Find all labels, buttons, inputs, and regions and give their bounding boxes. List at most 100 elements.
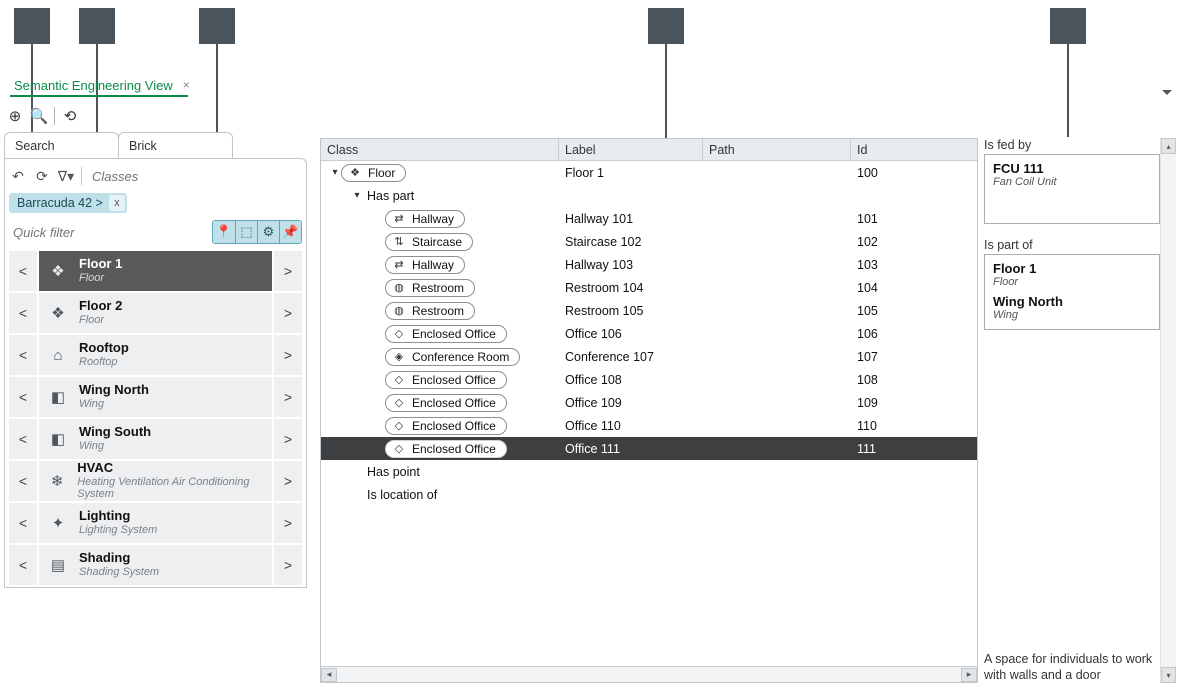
class-pill[interactable]: ⇄Hallway [385,256,465,274]
nav-forward-button[interactable]: > [274,461,302,501]
marker-icon[interactable]: 📌 [279,221,301,243]
h-scrollbar[interactable]: ◂ ▸ [321,666,977,682]
class-pill[interactable]: ◇Enclosed Office [385,371,507,389]
scroll-left-icon[interactable]: ◂ [321,668,337,682]
nav-row: <◧Wing SouthWing> [9,419,302,459]
scroll-down-icon[interactable]: ▾ [1161,667,1176,683]
restroom-icon: ◍ [392,281,406,294]
db-refresh-icon[interactable]: ⟲ [59,105,81,127]
nav-forward-button[interactable]: > [274,545,302,585]
nav-title: Lighting [79,509,157,524]
table-row[interactable]: ⇅StaircaseStaircase 102102 [321,230,977,253]
related-item[interactable]: FCU 111Fan Coil Unit [993,161,1151,188]
nav-item[interactable]: ❄HVACHeating Ventilation Air Conditionin… [39,461,272,501]
nav-forward-button[interactable]: > [274,251,302,291]
nav-subtitle: Shading System [79,566,159,579]
cell-label: Office 106 [559,327,703,341]
cube-icon[interactable]: ⬚ [235,221,257,243]
undo-icon[interactable]: ↶ [9,167,27,185]
scroll-up-icon[interactable]: ▴ [1161,138,1176,154]
view-menu-caret-icon[interactable] [1162,90,1172,95]
class-pill[interactable]: ◇Enclosed Office [385,440,507,458]
v-scrollbar[interactable]: ▴ ▾ [1160,138,1176,683]
nav-back-button[interactable]: < [9,293,37,333]
nav-forward-button[interactable]: > [274,419,302,459]
col-label[interactable]: Label [559,139,703,160]
table-row[interactable]: ◇Enclosed OfficeOffice 111111 [321,437,977,460]
nav-forward-button[interactable]: > [274,293,302,333]
nav-back-button[interactable]: < [9,251,37,291]
related-type: Floor [993,276,1151,288]
tab-search[interactable]: Search [4,132,119,158]
callout-line [1067,44,1069,137]
class-pill[interactable]: ⇄Hallway [385,210,465,228]
class-pill[interactable]: ❖Floor [341,164,406,182]
table-row[interactable]: ⇄HallwayHallway 101101 [321,207,977,230]
related-item[interactable]: Wing NorthWing [993,294,1151,321]
fed-by-box: FCU 111Fan Coil Unit [984,154,1160,224]
nav-back-button[interactable]: < [9,377,37,417]
classes-input[interactable] [88,167,302,186]
nav-item[interactable]: ◧Wing SouthWing [39,419,272,459]
add-icon[interactable]: ⊕ [4,105,26,127]
table-row[interactable]: ◇Enclosed OfficeOffice 109109 [321,391,977,414]
table-row[interactable]: ◍RestroomRestroom 104104 [321,276,977,299]
col-id[interactable]: Id [851,139,977,160]
related-type: Wing [993,309,1151,321]
class-pill[interactable]: ◇Enclosed Office [385,417,507,435]
close-tab-icon[interactable]: × [183,78,190,92]
scroll-right-icon[interactable]: ▸ [961,668,977,682]
expander-icon[interactable]: ▾ [329,167,341,178]
quick-filter-input[interactable] [9,223,212,242]
chip-remove-icon[interactable]: x [109,195,125,211]
nav-back-button[interactable]: < [9,545,37,585]
table-row[interactable]: ▾❖FloorFloor 1100 [321,161,977,184]
nav-item[interactable]: ◧Wing NorthWing [39,377,272,417]
table-row[interactable]: ◇Enclosed OfficeOffice 106106 [321,322,977,345]
search-globe-icon[interactable]: 🔍 [28,105,50,127]
nav-item[interactable]: ❖Floor 1Floor [39,251,272,291]
nav-item[interactable]: ⌂RooftopRooftop [39,335,272,375]
class-pill[interactable]: ◍Restroom [385,279,475,297]
table-row[interactable]: ◇Enclosed OfficeOffice 110110 [321,414,977,437]
view-tab[interactable]: Semantic Engineering View [10,76,177,95]
nav-back-button[interactable]: < [9,503,37,543]
related-item[interactable]: Floor 1Floor [993,261,1151,288]
class-pill[interactable]: ⇅Staircase [385,233,473,251]
nav-subtitle: Rooftop [79,356,129,369]
nav-back-button[interactable]: < [9,419,37,459]
refresh-icon[interactable]: ⟳ [33,167,51,185]
table-row[interactable]: ◈Conference RoomConference 107107 [321,345,977,368]
class-pill[interactable]: ◇Enclosed Office [385,325,507,343]
nav-item[interactable]: ✦LightingLighting System [39,503,272,543]
table-row[interactable]: ▾Has part [321,184,977,207]
nav-title: Floor 1 [79,257,122,272]
class-name: Enclosed Office [412,442,496,456]
callout-box [199,8,235,44]
col-class[interactable]: Class [321,139,559,160]
shading-icon: ▤ [47,554,69,576]
nav-forward-button[interactable]: > [274,503,302,543]
pin-icon[interactable]: 📍 [213,221,235,243]
nav-item[interactable]: ❖Floor 2Floor [39,293,272,333]
nav-item[interactable]: ▤ShadingShading System [39,545,272,585]
nav-back-button[interactable]: < [9,461,37,501]
class-pill[interactable]: ◇Enclosed Office [385,394,507,412]
tab-brick[interactable]: Brick [118,132,233,158]
relation-label: Has part [363,189,414,203]
nav-forward-button[interactable]: > [274,377,302,417]
col-path[interactable]: Path [703,139,851,160]
class-pill[interactable]: ◈Conference Room [385,348,520,366]
nav-back-button[interactable]: < [9,335,37,375]
nav-forward-button[interactable]: > [274,335,302,375]
gear-icon[interactable]: ⚙ [257,221,279,243]
class-pill[interactable]: ◍Restroom [385,302,475,320]
breadcrumb-chip[interactable]: Barracuda 42 > x [9,193,127,213]
table-row[interactable]: ⇄HallwayHallway 103103 [321,253,977,276]
table-row[interactable]: Is location of [321,483,977,506]
table-row[interactable]: Has point [321,460,977,483]
table-row[interactable]: ◍RestroomRestroom 105105 [321,299,977,322]
expander-icon[interactable]: ▾ [351,190,363,201]
filter-icon[interactable]: ∇▾ [57,167,75,185]
table-row[interactable]: ◇Enclosed OfficeOffice 108108 [321,368,977,391]
